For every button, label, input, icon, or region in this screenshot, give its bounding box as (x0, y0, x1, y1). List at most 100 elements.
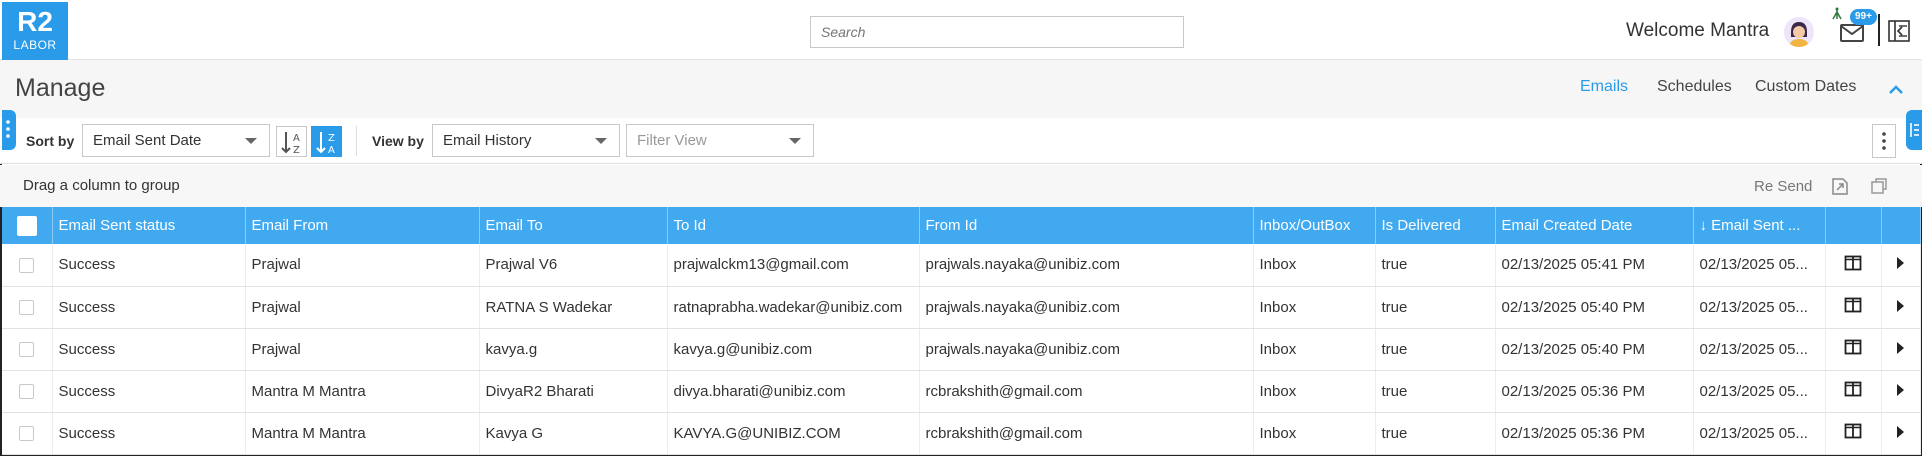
kebab-icon (1882, 132, 1886, 150)
expand-row-icon[interactable] (1897, 383, 1904, 396)
select-all-checkbox[interactable] (16, 215, 37, 236)
logo-r2: R2 (17, 6, 53, 37)
cell-email-from: Mantra M Mantra (245, 412, 480, 455)
sort-ascending-button[interactable]: A Z (276, 126, 307, 157)
cell-is-delivered: true (1375, 244, 1496, 287)
sort-za-letters-2: A (328, 145, 335, 156)
view-by-dropdown[interactable]: Email History (432, 124, 620, 157)
preview-panel-icon[interactable] (1844, 339, 1862, 355)
cell-email-sent-date: 02/13/2025 05... (1693, 286, 1826, 329)
cell-email-sent-status: Success (52, 244, 246, 287)
chevron-up-icon[interactable] (1886, 80, 1906, 100)
export-icon[interactable] (1829, 175, 1851, 197)
row-preview-cell[interactable] (1825, 412, 1882, 455)
left-panel-handle[interactable] (2, 110, 16, 150)
filter-view-dropdown[interactable]: Filter View (626, 124, 814, 157)
row-expand-cell[interactable] (1881, 286, 1921, 329)
preview-panel-icon[interactable] (1844, 255, 1862, 271)
row-select-cell[interactable] (2, 286, 53, 329)
top-bar: R2 LABOR Welcome Mantra 99+ (0, 0, 1922, 60)
row-select-cell[interactable] (2, 370, 53, 413)
expand-row-icon[interactable] (1897, 257, 1904, 270)
group-panel[interactable]: Drag a column to group Re Send (0, 165, 1922, 207)
cell-from-id: prajwals.nayaka@unibiz.com (919, 286, 1254, 329)
row-preview-cell[interactable] (1825, 370, 1882, 413)
table-row[interactable]: Success Prajwal Prajwal V6 prajwalckm13@gma… (2, 244, 1921, 287)
cell-email-to: kavya.g (479, 328, 668, 371)
page-title: Manage (15, 74, 106, 102)
row-select-cell[interactable] (2, 412, 53, 455)
row-expand-cell[interactable] (1881, 328, 1921, 371)
chevron-down-icon (789, 138, 801, 144)
cell-email-from: Prajwal (245, 244, 480, 287)
column-header-email-from[interactable]: Email From (245, 207, 480, 244)
sort-by-dropdown[interactable]: Email Sent Date (82, 124, 270, 157)
sort-az-icon: A Z (281, 132, 300, 156)
column-header-inbox-outbox[interactable]: Inbox/OutBox (1253, 207, 1376, 244)
user-avatar[interactable] (1784, 17, 1814, 47)
table-row[interactable]: Success Mantra M Mantra DivyaR2 Bharati div… (2, 370, 1921, 413)
header-divider (1878, 14, 1880, 46)
preview-panel-icon[interactable] (1844, 423, 1862, 439)
notification-badge: 99+ (1850, 9, 1877, 25)
tab-schedules[interactable]: Schedules (1657, 78, 1732, 96)
search-input[interactable] (810, 16, 1184, 48)
row-preview-cell[interactable] (1825, 328, 1882, 371)
more-options-button[interactable] (1872, 124, 1896, 158)
column-header-email-to[interactable]: Email To (479, 207, 668, 244)
column-header-is-delivered[interactable]: Is Delivered (1375, 207, 1496, 244)
cell-email-from: Prajwal (245, 328, 480, 371)
row-expand-cell[interactable] (1881, 370, 1921, 413)
select-all-cell[interactable] (2, 207, 53, 244)
right-panel-handle[interactable] (1906, 110, 1922, 150)
view-by-value: Email History (443, 132, 532, 149)
cell-to-id: prajwalckm13@gmail.com (667, 244, 920, 287)
row-checkbox[interactable] (19, 342, 35, 358)
sort-by-label: Sort by (26, 133, 75, 149)
sort-az-letters-2: Z (293, 145, 300, 156)
row-preview-cell[interactable] (1825, 244, 1882, 287)
row-checkbox[interactable] (19, 300, 35, 316)
resend-button[interactable]: Re Send (1754, 178, 1812, 195)
app-logo[interactable]: R2 LABOR (2, 2, 68, 60)
column-header-email-sent-date[interactable]: ↓ Email Sent ... (1693, 207, 1826, 244)
cell-to-id: kavya.g@unibiz.com (667, 328, 920, 371)
manage-bar: Manage Emails Schedules Custom Dates (0, 60, 1922, 118)
group-hint: Drag a column to group (23, 177, 180, 194)
cell-email-from: Prajwal (245, 286, 480, 329)
expand-row-icon[interactable] (1897, 341, 1904, 354)
cell-inbox-outbox: Inbox (1253, 412, 1376, 455)
tab-custom-dates[interactable]: Custom Dates (1755, 78, 1856, 96)
preview-panel-icon[interactable] (1844, 297, 1862, 313)
expand-row-icon[interactable] (1897, 299, 1904, 312)
cell-is-delivered: true (1375, 412, 1496, 455)
table-row[interactable]: Success Prajwal kavya.g kavya.g@unibiz.com p… (2, 328, 1921, 371)
row-checkbox[interactable] (19, 257, 35, 273)
cell-inbox-outbox: Inbox (1253, 286, 1376, 329)
row-preview-cell[interactable] (1825, 286, 1882, 329)
column-header-to-id[interactable]: To Id (667, 207, 920, 244)
sort-descending-button[interactable]: Z A (311, 126, 342, 157)
table-row[interactable]: Success Prajwal RATNA S Wadekar ratnaprabha… (2, 286, 1921, 329)
cell-email-sent-date: 02/13/2025 05... (1693, 370, 1826, 413)
cell-email-sent-date: 02/13/2025 05... (1693, 244, 1826, 287)
copy-icon[interactable] (1868, 175, 1890, 197)
collapse-menu-icon[interactable] (1886, 18, 1912, 44)
cell-email-from: Mantra M Mantra (245, 370, 480, 413)
row-expand-cell[interactable] (1881, 412, 1921, 455)
preview-panel-icon[interactable] (1844, 381, 1862, 397)
cell-from-id: rcbrakshith@gmail.com (919, 370, 1254, 413)
row-select-cell[interactable] (2, 244, 53, 287)
column-header-email-created-date[interactable]: Email Created Date (1495, 207, 1694, 244)
cell-from-id: rcbrakshith@gmail.com (919, 412, 1254, 455)
tab-emails[interactable]: Emails (1580, 78, 1628, 96)
table-row[interactable]: Success Mantra M Mantra Kavya G KAVYA.G@UNI… (2, 412, 1921, 455)
expand-row-icon[interactable] (1897, 425, 1904, 438)
column-header-from-id[interactable]: From Id (919, 207, 1254, 244)
cell-inbox-outbox: Inbox (1253, 244, 1376, 287)
row-checkbox[interactable] (19, 384, 35, 400)
column-header-email-sent-status[interactable]: Email Sent status (52, 207, 246, 244)
row-select-cell[interactable] (2, 328, 53, 371)
row-checkbox[interactable] (19, 426, 35, 442)
row-expand-cell[interactable] (1881, 244, 1921, 287)
